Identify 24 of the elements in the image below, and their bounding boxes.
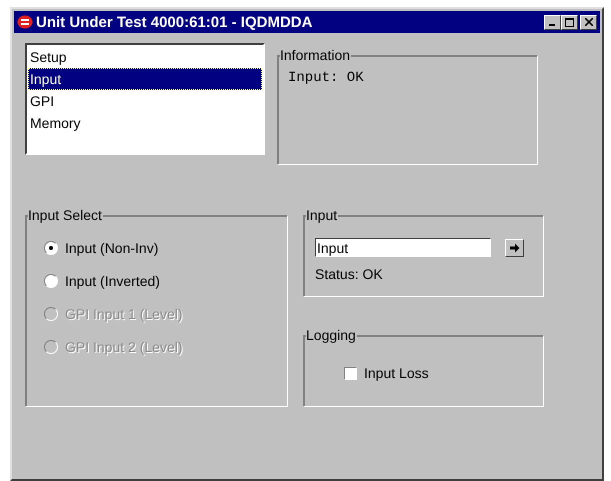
window-title: Unit Under Test 4000:61:01 - IQDMDDA bbox=[36, 14, 314, 30]
status-text: Status: OK bbox=[315, 266, 384, 282]
app-icon bbox=[17, 14, 33, 30]
input-field[interactable]: Input bbox=[315, 238, 491, 257]
close-icon bbox=[584, 18, 592, 26]
list-item[interactable]: Setup bbox=[28, 46, 262, 68]
close-button[interactable] bbox=[580, 14, 597, 30]
go-button[interactable] bbox=[505, 238, 524, 256]
maximize-icon bbox=[565, 18, 574, 26]
radio-label: Input (Non-Inv) bbox=[65, 240, 158, 256]
information-text: Input: OK bbox=[288, 70, 364, 86]
list-item[interactable]: Memory bbox=[28, 112, 262, 134]
radio-button[interactable] bbox=[44, 240, 58, 254]
radio-label: GPI Input 1 (Level) bbox=[65, 306, 183, 322]
arrow-right-icon bbox=[510, 242, 520, 252]
list-item[interactable]: Input bbox=[28, 68, 262, 90]
list-item[interactable]: GPI bbox=[28, 90, 262, 112]
maximize-button[interactable] bbox=[561, 14, 578, 30]
radio-label: Input (Inverted) bbox=[65, 272, 160, 288]
minimize-button[interactable] bbox=[544, 14, 561, 30]
radio-button[interactable] bbox=[44, 274, 58, 288]
radio-label: GPI Input 2 (Level) bbox=[65, 338, 183, 354]
checkbox-label: Input Loss bbox=[364, 365, 429, 381]
checkbox[interactable] bbox=[344, 366, 357, 380]
